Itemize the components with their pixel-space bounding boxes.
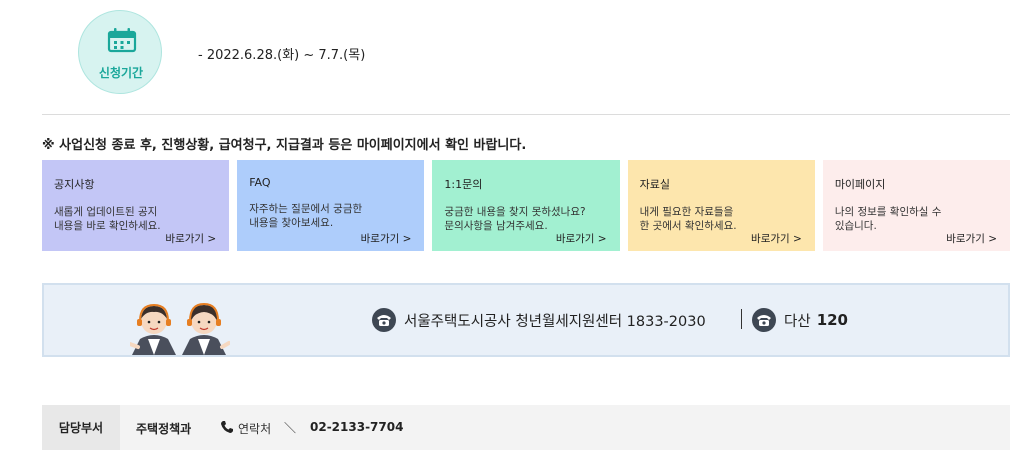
- card-shortcut-link[interactable]: 바로가기 >: [751, 231, 802, 246]
- card-description: 새롭게 업데이트된 공지 내용을 바로 확인하세요.: [54, 206, 161, 232]
- card-title: 자료실: [639, 178, 670, 191]
- card-title: FAQ: [249, 176, 271, 189]
- contact-number: 02-2133-7704: [310, 420, 404, 434]
- card-description: 궁금한 내용을 찾지 못하셨나요? 문의사항을 남겨주세요.: [444, 206, 586, 232]
- dasan-number: 120: [816, 311, 848, 329]
- card-inquiry[interactable]: 1:1문의 궁금한 내용을 찾지 못하셨나요? 문의사항을 남겨주세요. 바로가…: [432, 160, 620, 251]
- card-description: 자주하는 질문에서 궁금한 내용을 찾아보세요.: [249, 203, 363, 229]
- telephone-icon: [221, 421, 233, 433]
- card-title: 1:1문의: [444, 178, 483, 191]
- separator: [741, 309, 742, 329]
- card-mypage[interactable]: 마이페이지 나의 정보를 확인하실 수 있습니다. 바로가기 >: [822, 160, 1011, 251]
- dasan-label: 다산: [784, 313, 811, 330]
- card-faq[interactable]: FAQ 자주하는 질문에서 궁금한 내용을 찾아보세요. 바로가기 >: [237, 160, 425, 251]
- card-shortcut-link[interactable]: 바로가기 >: [165, 231, 216, 246]
- period-label: 신청기간: [98, 66, 144, 80]
- period-date: - 2022.6.28.(화) ~ 7.7.(목): [198, 48, 366, 63]
- quick-link-cards: 공지사항 새롭게 업데이트된 공지 내용을 바로 확인하세요. 바로가기 > F…: [42, 160, 1011, 251]
- call-center-banner: 서울주택도시공사 청년월세지원센터 1833-2030 다산 120: [42, 283, 1010, 357]
- separator: ＼: [284, 421, 297, 435]
- call-center-dasan: 다산 120: [752, 285, 848, 355]
- card-shortcut-link[interactable]: 바로가기 >: [946, 231, 997, 246]
- card-description: 나의 정보를 확인하실 수 있습니다.: [834, 206, 942, 232]
- section-divider: [42, 114, 1010, 115]
- card-notice[interactable]: 공지사항 새롭게 업데이트된 공지 내용을 바로 확인하세요. 바로가기 >: [42, 160, 230, 251]
- period-badge: 신청기간: [78, 10, 162, 94]
- counselor-illustration: [130, 302, 230, 355]
- card-title: 공지사항: [54, 178, 95, 191]
- card-shortcut-link[interactable]: 바로가기 >: [361, 231, 412, 246]
- card-archive[interactable]: 자료실 내게 필요한 자료들을 한 곳에서 확인하세요. 바로가기 >: [627, 160, 815, 251]
- notice-text: ※ 사업신청 종료 후, 진행상황, 급여청구, 지급결과 등은 마이페이지에서…: [42, 138, 527, 153]
- card-shortcut-link[interactable]: 바로가기 >: [556, 231, 607, 246]
- department-name: 주택정책과: [136, 422, 192, 436]
- phone-icon: [752, 308, 776, 332]
- department-info: 담당부서 주택정책과 연락처 ＼ 02-2133-7704: [42, 405, 1010, 450]
- calendar-icon: [107, 28, 137, 53]
- card-title: 마이페이지: [834, 178, 886, 191]
- call-center-main: 서울주택도시공사 청년월세지원센터 1833-2030: [372, 285, 706, 355]
- card-description: 내게 필요한 자료들을 한 곳에서 확인하세요.: [639, 206, 737, 232]
- phone-icon: [372, 308, 396, 332]
- contact-label: 연락처: [238, 422, 272, 436]
- department-label: 담당부서: [42, 405, 120, 450]
- call-center-text: 서울주택도시공사 청년월세지원센터 1833-2030: [404, 313, 706, 330]
